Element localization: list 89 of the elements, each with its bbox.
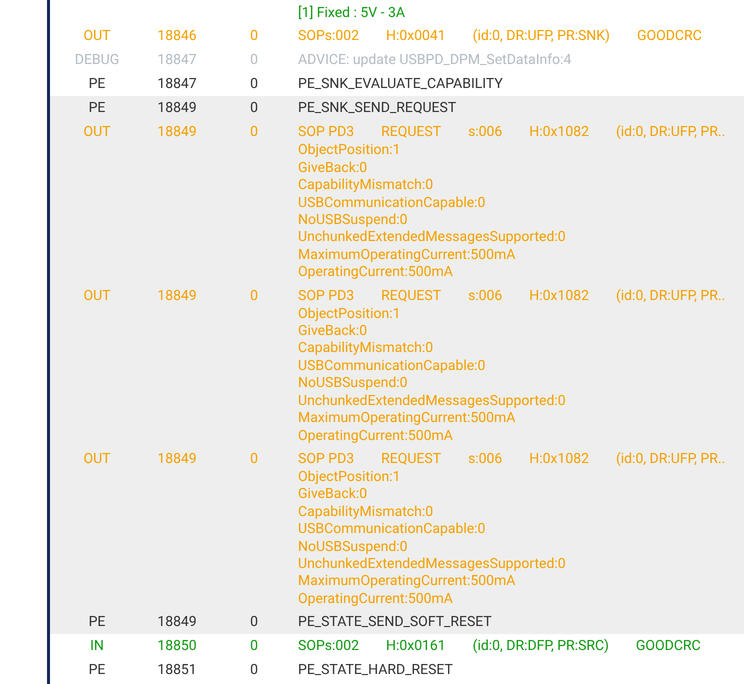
- detail-line: CapabilityMismatch:0: [298, 504, 434, 520]
- log-row[interactable]: IN 18850 0 SOPs:002 H:0x0161 (id:0, DR:DFP, PR:SRC) GOODCRC: [50, 634, 744, 658]
- number-cell-text: 18847: [156, 51, 198, 70]
- message-field: (id:0, DR:UFP, PR..: [616, 448, 726, 469]
- message-field: H:0x1082: [529, 286, 589, 306]
- message-field: REQUEST: [381, 286, 442, 306]
- message-field: (id:0, DR:UFP, PR:SNK): [472, 26, 610, 46]
- message-field: PE_STATE_HARD_RESET: [298, 660, 453, 680]
- count-cell-text: 0: [249, 75, 259, 94]
- detail-line: NoUSBSuspend:0: [298, 212, 408, 228]
- number-cell-text: 18851: [156, 661, 198, 680]
- log-row[interactable]: [1] Fixed : 5V - 3A: [50, 0, 744, 24]
- count-cell-text: 0: [249, 99, 259, 118]
- detail-line: GiveBack:0: [298, 160, 368, 176]
- type-cell-text: PE: [88, 661, 106, 680]
- log-row[interactable]: PE 18849 0 PE_SNK_SEND_REQUEST: [50, 96, 744, 120]
- detail-line: MaximumOperatingCurrent:500mA: [298, 410, 516, 426]
- count-cell-text: 0: [249, 661, 259, 680]
- message-field: s:006: [468, 448, 502, 469]
- type-cell-text: OUT: [82, 123, 112, 142]
- message-field: s:006: [468, 286, 502, 306]
- detail-line: USBCommunicationCapable:0: [298, 194, 486, 211]
- number-cell-text: 18849: [156, 613, 198, 632]
- detail-line: MaximumOperatingCurrent:500mA: [298, 573, 516, 590]
- number-cell-text: 18849: [156, 286, 198, 306]
- message-field: SOP PD3: [298, 122, 354, 142]
- count-cell-text: 0: [249, 637, 259, 656]
- count-cell-text: 0: [249, 286, 259, 306]
- detail-line: USBCommunicationCapable:0: [298, 358, 486, 374]
- message-field: (id:0, DR:UFP, PR..: [616, 122, 726, 142]
- count-cell-text: 0: [249, 27, 259, 46]
- type-cell-text: DEBUG: [74, 51, 120, 70]
- detail-line: OperatingCurrent:500mA: [298, 590, 453, 607]
- message-field: GOODCRC: [636, 636, 701, 656]
- message-field: PE_SNK_EVALUATE_CAPABILITY: [298, 74, 503, 94]
- number-cell-text: 18847: [156, 75, 198, 94]
- detail-line: ObjectPosition:1: [298, 142, 400, 158]
- number-cell-text: 18849: [156, 99, 198, 118]
- type-cell-text: OUT: [82, 286, 112, 306]
- number-cell-text: 18850: [156, 637, 198, 656]
- count-cell-text: 0: [249, 450, 259, 469]
- detail-line: GiveBack:0: [298, 323, 368, 340]
- detail-line: OperatingCurrent:500mA: [298, 264, 453, 280]
- detail-line: MaximumOperatingCurrent:500mA: [298, 246, 516, 263]
- message-field: s:006: [468, 122, 502, 142]
- detail-line: [1] Fixed : 5V - 3A: [298, 5, 405, 21]
- message-field: H:0x1082: [529, 122, 589, 142]
- detail-line: USBCommunicationCapable:0: [298, 521, 486, 538]
- count-cell-text: 0: [249, 51, 259, 70]
- number-cell-text: 18849: [156, 123, 198, 142]
- number-cell-text: 18849: [156, 450, 198, 469]
- log-row[interactable]: PE 18851 0 PE_STATE_HARD_RESET: [50, 658, 744, 682]
- message-field: H:0x0041: [386, 26, 446, 46]
- message-field: GOODCRC: [636, 26, 702, 46]
- message-field: REQUEST: [381, 448, 442, 469]
- type-cell-text: OUT: [82, 27, 112, 46]
- detail-line: UnchunkedExtendedMessagesSupported:0: [298, 556, 566, 572]
- message-field: (id:0, DR:DFP, PR:SRC): [472, 636, 609, 656]
- count-cell-text: 0: [249, 613, 259, 632]
- detail-line: CapabilityMismatch:0: [298, 340, 434, 356]
- detail-line: CapabilityMismatch:0: [298, 177, 434, 194]
- detail-line: UnchunkedExtendedMessagesSupported:0: [298, 229, 566, 246]
- log-row[interactable]: PE 18849 0 PE_STATE_SEND_SOFT_RESET: [50, 610, 744, 634]
- message-field: H:0x1082: [529, 448, 589, 469]
- number-cell-text: 18846: [156, 27, 198, 46]
- type-cell-text: PE: [88, 99, 106, 118]
- message-field: SOP PD3: [298, 286, 354, 306]
- log-row[interactable]: PE 18847 0 PE_SNK_EVALUATE_CAPABILITY: [50, 72, 744, 96]
- count-cell-text: 0: [249, 123, 259, 142]
- detail-line: NoUSBSuspend:0: [298, 538, 408, 555]
- message-field: ADVICE: update USBPD_DPM_SetDataInfo:4: [298, 50, 572, 70]
- detail-line: OperatingCurrent:500mA: [298, 428, 453, 444]
- type-cell-text: IN: [89, 637, 105, 656]
- type-cell-text: PE: [88, 75, 106, 94]
- message-field: PE_STATE_SEND_SOFT_RESET: [298, 612, 492, 632]
- detail-line: ObjectPosition:1: [298, 468, 400, 485]
- detail-line: GiveBack:0: [298, 486, 368, 502]
- message-field: PE_SNK_SEND_REQUEST: [298, 98, 456, 118]
- detail-line: NoUSBSuspend:0: [298, 375, 408, 392]
- type-cell-text: OUT: [82, 450, 112, 469]
- message-field: SOPs:002: [298, 636, 359, 656]
- message-field: (id:0, DR:UFP, PR..: [616, 286, 726, 306]
- detail-line: UnchunkedExtendedMessagesSupported:0: [298, 392, 566, 409]
- message-field: H:0x0161: [386, 636, 446, 656]
- detail-line: ObjectPosition:1: [298, 306, 400, 322]
- type-cell-text: PE: [88, 613, 106, 632]
- message-field: REQUEST: [381, 122, 442, 142]
- message-field: SOPs:002: [298, 26, 359, 46]
- message-field: SOP PD3: [298, 448, 354, 469]
